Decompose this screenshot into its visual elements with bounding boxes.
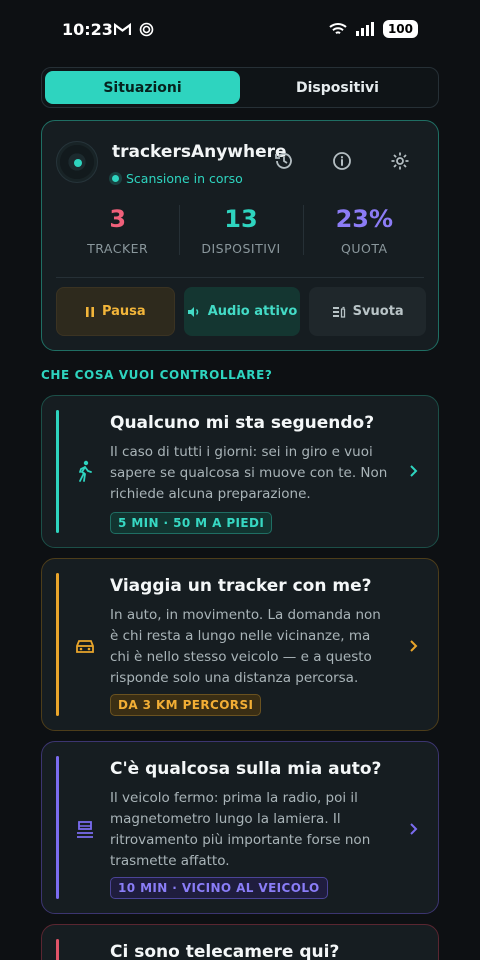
tab-situazioni[interactable]: Situazioni — [45, 71, 240, 104]
target-icon — [139, 22, 154, 37]
pause-icon — [85, 306, 94, 317]
accent-bar — [56, 939, 59, 960]
stat-trackers: 3 TRACKER — [56, 201, 179, 271]
accent-bar — [56, 756, 59, 899]
car-icon — [74, 635, 96, 657]
question-badge: 5 MIN · 50 M A PIEDI — [110, 512, 273, 534]
segmented-tabs: Situazioni Dispositivi — [41, 67, 439, 108]
signal-icon — [355, 22, 374, 36]
scan-status-label: Scansione in corso — [126, 171, 243, 186]
app-name: trackersAnywhere — [112, 142, 287, 162]
question-card-cameras[interactable]: Ci sono telecamere qui? — [41, 924, 439, 960]
stat-quota: 23% QUOTA — [302, 201, 426, 271]
scan-status-card: trackersAnywhere Scansione in corso 3 TR… — [41, 120, 439, 351]
info-button[interactable] — [330, 149, 354, 173]
battery-indicator: 100 — [382, 20, 418, 38]
audio-toggle-button[interactable]: Audio attivo — [183, 287, 301, 336]
question-title: C'è qualcosa sulla mia auto? — [110, 759, 382, 779]
info-icon — [333, 152, 351, 170]
question-card-travel[interactable]: Viaggia un tracker con me? In auto, in m… — [41, 558, 439, 731]
clear-button[interactable]: Svuota — [309, 287, 427, 336]
chevron-right-icon — [410, 640, 418, 652]
wifi-icon — [329, 23, 347, 35]
history-button[interactable] — [272, 149, 296, 173]
scan-status: Scansione in corso — [112, 171, 243, 186]
stat-devices-value: 13 — [224, 205, 258, 233]
question-title: Qualcuno mi sta seguendo? — [110, 413, 375, 433]
question-description: In auto, in movimento. La domanda non è … — [110, 607, 381, 686]
question-title: Ci sono telecamere qui? — [110, 942, 340, 960]
question-card-car[interactable]: C'è qualcosa sulla mia auto? Il veicolo … — [41, 741, 439, 914]
question-description: Il veicolo fermo: prima la radio, poi il… — [110, 790, 371, 869]
stat-quota-label: QUOTA — [341, 241, 388, 256]
history-icon — [275, 153, 292, 169]
pause-label: Pausa — [101, 304, 146, 319]
radar-icon — [56, 141, 98, 183]
system-icons: 100 — [329, 20, 418, 38]
scan-dot-icon — [112, 175, 119, 182]
stats-row: 3 TRACKER 13 DISPOSITIVI 23% QUOTA — [56, 201, 426, 271]
stat-quota-value: 23% — [335, 205, 394, 233]
clear-label: Svuota — [352, 304, 404, 319]
chevron-right-icon — [410, 823, 418, 835]
stat-trackers-label: TRACKER — [87, 241, 149, 256]
chevron-right-icon — [410, 465, 418, 477]
question-card-following[interactable]: Qualcuno mi sta seguendo? Il caso di tut… — [41, 395, 439, 548]
settings-button[interactable] — [388, 149, 412, 173]
question-badge: 10 MIN · VICINO AL VEICOLO — [110, 877, 328, 899]
card-divider — [56, 277, 424, 278]
audio-label: Audio attivo — [207, 304, 298, 319]
stat-devices: 13 DISPOSITIVI — [179, 201, 302, 271]
status-bar: 10:23 100 — [0, 0, 480, 60]
question-title: Viaggia un tracker con me? — [110, 576, 372, 596]
clear-list-icon — [332, 306, 345, 318]
question-description: Il caso di tutti i giorni: sei in giro e… — [110, 444, 388, 502]
vehicle-scan-icon — [74, 818, 96, 840]
question-badge: DA 3 KM PERCORSI — [110, 694, 262, 716]
section-title: CHE COSA VUOI CONTROLLARE? — [41, 368, 273, 382]
accent-bar — [56, 410, 59, 533]
gear-icon — [391, 152, 409, 170]
speaker-icon — [187, 306, 198, 317]
accent-bar — [56, 573, 59, 716]
tab-dispositivi[interactable]: Dispositivi — [240, 71, 435, 104]
gmail-icon — [114, 23, 131, 35]
scan-actions: Pausa Audio attivo Svuota — [56, 287, 427, 336]
stat-trackers-value: 3 — [109, 205, 127, 233]
notification-icons — [114, 22, 154, 37]
walking-icon — [74, 460, 96, 482]
status-time: 10:23 — [62, 20, 113, 39]
stat-devices-label: DISPOSITIVI — [201, 241, 281, 256]
pause-button[interactable]: Pausa — [56, 287, 175, 336]
